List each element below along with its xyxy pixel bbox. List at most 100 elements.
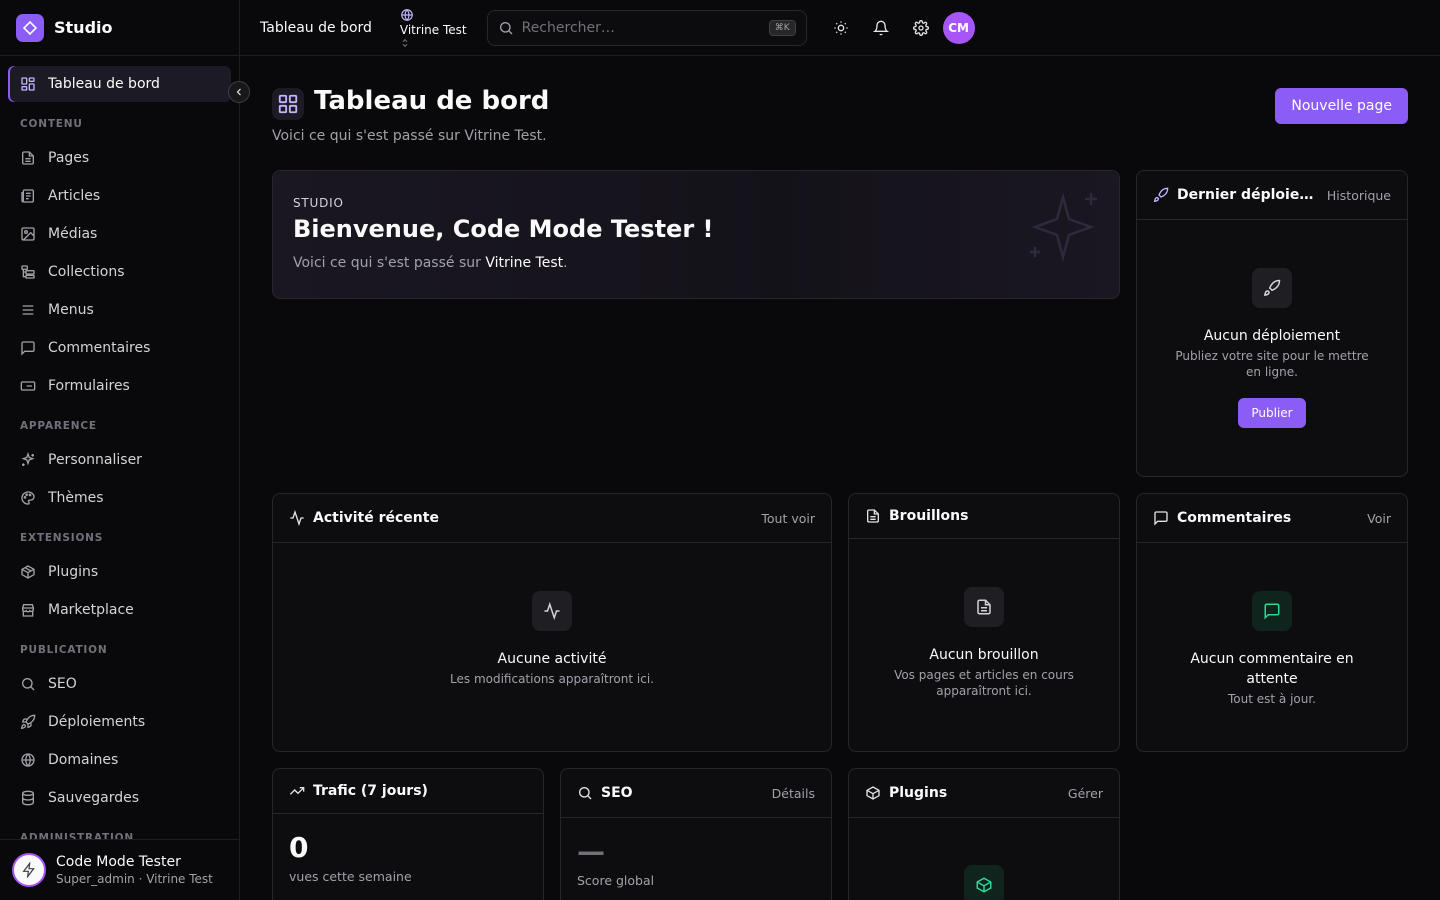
sidebar-section-apparence: APPARENCE [20,420,97,432]
site-switcher[interactable]: Vitrine Test [400,8,467,48]
traffic-value: 0 [289,831,309,864]
comments-card-header: Commentaires Voir [1137,494,1407,543]
comments-empty-desc: Tout est à jour. [1227,692,1316,706]
welcome-card: STUDIO Bienvenue, Code Mode Tester ! Voi… [272,170,1120,299]
sidebar-item-label: Commentaires [48,340,151,356]
sidebar-section-contenu: CONTENU [20,118,83,130]
user-avatar [12,853,46,887]
collections-icon [21,265,35,279]
empty-file-icon [964,587,1004,627]
sidebar-item-label: Médias [48,226,98,242]
file-text-icon [867,509,879,523]
deploy-empty-state: Aucun déploiement Publiez votre site pou… [1137,268,1407,428]
user-avatar-button[interactable]: CM [942,11,975,44]
sidebar-item-seo[interactable]: SEO [8,666,231,702]
empty-comment-icon [1252,591,1292,631]
drafts-card: Brouillons Aucun brouillon Vos pages et … [848,493,1120,752]
trending-up-icon [289,787,305,795]
sidebar-item-label: Plugins [48,564,99,580]
sidebar-item-label: Menus [48,302,94,318]
breadcrumb[interactable]: Tableau de bord [260,20,372,36]
seo-details-link[interactable]: Détails [772,786,815,801]
search-input[interactable] [521,19,761,36]
globe-icon [401,8,413,21]
empty-rocket-icon [1252,268,1292,308]
comments-view-link[interactable]: Voir [1367,511,1391,526]
site-name: Vitrine Test [399,22,467,37]
globe-icon [21,753,35,767]
main-content: Tableau de bord Voici ce qui s'est passé… [240,56,1440,900]
drafts-empty-state: Aucun brouillon Vos pages et articles en… [849,587,1119,699]
sidebar-section-administration: ADMINISTRATION [20,832,134,839]
sidebar-item-label: Tableau de bord [48,76,160,92]
user-menu[interactable]: Code Mode Tester Super_admin · Vitrine T… [0,839,239,900]
bell-icon [872,20,889,35]
activity-empty-title: Aucune activité [497,651,607,667]
publish-button[interactable]: Publier [1238,398,1306,428]
search-icon [499,21,513,34]
plugins-manage-link[interactable]: Gérer [1068,786,1103,801]
notifications-button[interactable] [863,10,899,46]
sidebar-item-marketplace[interactable]: Marketplace [8,592,231,628]
sidebar-item-label: Thèmes [48,490,104,506]
brand[interactable]: Studio [0,0,239,56]
theme-toggle-button[interactable] [823,10,859,46]
sidebar-item-label: Domaines [48,752,119,768]
app-name: Studio [54,18,113,37]
sidebar-section-extensions: EXTENSIONS [20,532,104,544]
collapse-sidebar-button[interactable] [228,81,250,103]
sidebar-nav: Tableau de bord CONTENU Pages Articles M… [0,56,239,839]
search-icon [579,787,592,800]
sidebar-item-label: Pages [48,150,90,166]
chevron-left-icon [236,88,241,96]
plugins-empty-state [849,865,1119,900]
menu-icon [22,305,34,315]
comments-card: Commentaires Voir Aucun commentaire en a… [1136,493,1408,752]
lightning-icon [22,862,35,878]
activity-empty-desc: Les modifications apparaîtront ici. [450,672,654,686]
sidebar-item-plugins[interactable]: Plugins [8,554,231,590]
activity-card: Activité récente Tout voir Aucune activi… [272,493,832,752]
deploy-history-link[interactable]: Historique [1327,188,1391,203]
search-shortcut: ⌘K [768,19,796,36]
sidebar-item-formulaires[interactable]: Formulaires [8,368,231,404]
seo-score-value: — [577,835,605,868]
welcome-subtitle: Voici ce qui s'est passé sur Vitrine Tes… [293,255,568,271]
sidebar-item-menus[interactable]: Menus [8,292,231,328]
new-page-button[interactable]: Nouvelle page [1275,88,1408,124]
welcome-title: Bienvenue, Code Mode Tester ! [293,215,714,243]
user-name: Code Mode Tester [56,854,181,870]
sidebar-item-personnaliser[interactable]: Personnaliser [8,442,231,478]
sidebar-item-themes[interactable]: Thèmes [8,480,231,516]
sidebar-item-domaines[interactable]: Domaines [8,742,231,778]
deploy-card-title: Dernier déploiement [1177,187,1319,203]
sidebar-item-pages[interactable]: Pages [8,140,231,176]
palette-icon [21,491,35,505]
traffic-card-title: Trafic (7 jours) [313,783,428,799]
sidebar-item-label: Marketplace [48,602,134,618]
form-icon [20,381,36,391]
sidebar-item-label: Formulaires [48,378,130,394]
sidebar-item-medias[interactable]: Médias [8,216,231,252]
database-icon [22,790,34,806]
rocket-icon [1153,187,1169,203]
welcome-subtitle-suffix: . [563,255,568,271]
sidebar-item-articles[interactable]: Articles [8,178,231,214]
package-icon [21,565,35,579]
activity-see-all-link[interactable]: Tout voir [761,511,815,526]
store-icon [22,604,34,617]
sidebar-item-sauvegardes[interactable]: Sauvegardes [8,780,231,816]
sparkles-icon [21,452,35,466]
seo-card-header: SEO Détails [561,769,831,818]
sidebar-item-deploiements[interactable]: Déploiements [8,704,231,740]
sidebar-item-collections[interactable]: Collections [8,254,231,290]
sidebar-item-commentaires[interactable]: Commentaires [8,330,231,366]
user-role: Super_admin · Vitrine Test [56,872,213,886]
sidebar-item-label: Collections [48,264,125,280]
sidebar-item-label: Articles [48,188,101,204]
sidebar-item-dashboard[interactable]: Tableau de bord [8,66,231,102]
comments-card-title: Commentaires [1177,510,1292,526]
search-bar[interactable]: ⌘K [486,9,807,46]
settings-button[interactable] [903,10,939,46]
welcome-label: STUDIO [293,196,344,210]
